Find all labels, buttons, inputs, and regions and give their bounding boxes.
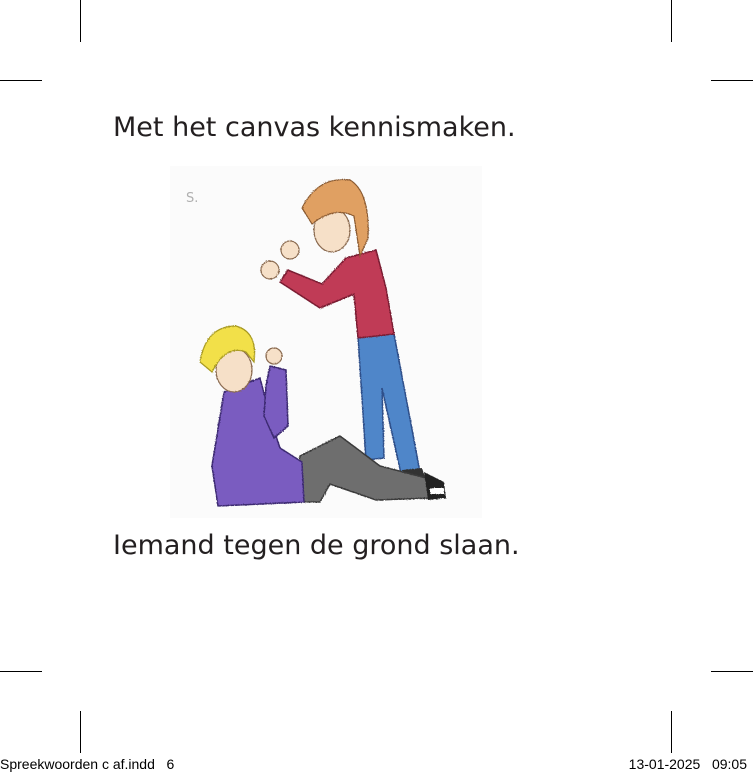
crop-mark-left-upper bbox=[0, 80, 42, 81]
crop-mark-top-left bbox=[80, 0, 81, 42]
caption-top: Met het canvas kennismaken. bbox=[113, 112, 516, 143]
illustration: S. bbox=[170, 166, 482, 518]
crop-mark-bottom-right bbox=[671, 711, 672, 753]
crop-mark-top-right bbox=[671, 0, 672, 42]
crop-mark-bottom-left bbox=[80, 711, 81, 753]
slug-file-info: Spreekwoorden c af.indd 6 bbox=[0, 756, 175, 772]
crop-mark-left-lower bbox=[0, 671, 42, 672]
artist-mark: S. bbox=[186, 191, 198, 206]
crop-mark-right-upper bbox=[711, 80, 753, 81]
slug-timestamp: 13-01-2025 09:05 bbox=[628, 756, 747, 772]
crop-mark-right-lower bbox=[711, 671, 753, 672]
caption-bottom: Iemand tegen de grond slaan. bbox=[113, 530, 520, 561]
